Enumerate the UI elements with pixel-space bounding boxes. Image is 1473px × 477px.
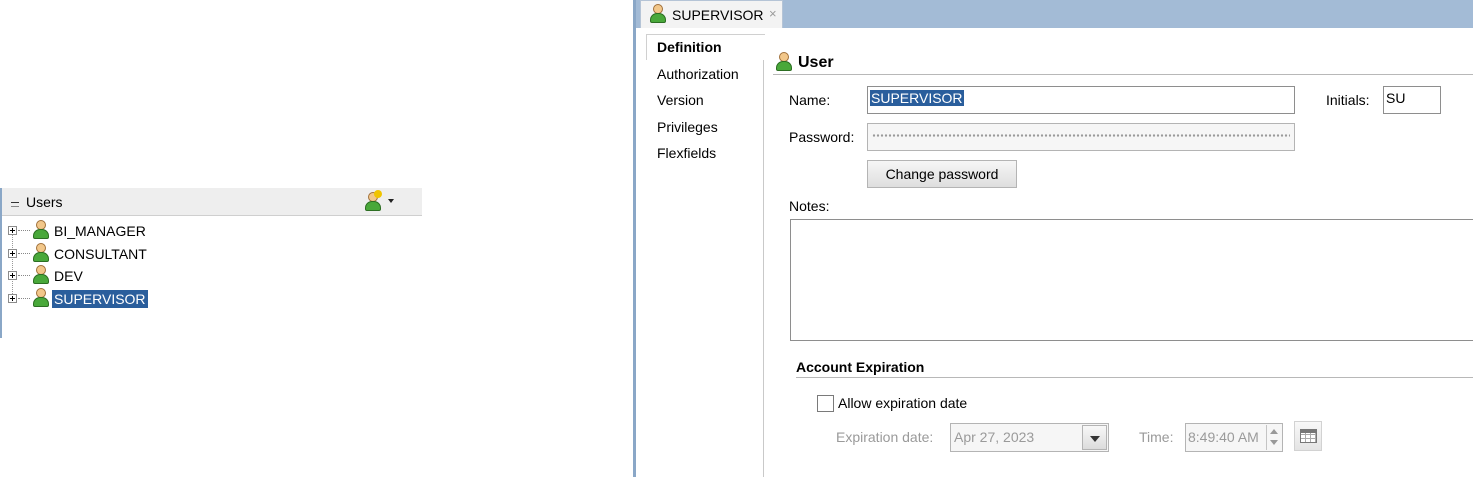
expiration-date-label: Expiration date:	[836, 429, 934, 445]
nav-authorization[interactable]: Authorization	[657, 66, 739, 82]
account-expiration-title: Account Expiration	[796, 359, 925, 375]
collapse-icon[interactable]	[10, 197, 20, 207]
user-icon	[32, 265, 50, 285]
calendar-button[interactable]	[1294, 421, 1322, 451]
name-field[interactable]: SUPERVISOR	[867, 86, 1295, 114]
change-password-button[interactable]: Change password	[867, 160, 1017, 188]
tree-item-label: SUPERVISOR	[52, 290, 148, 308]
nav-version[interactable]: Version	[657, 92, 704, 108]
user-icon	[775, 52, 793, 72]
tree-item-supervisor[interactable]: SUPERVISOR	[2, 288, 302, 310]
tab-label: SUPERVISOR	[672, 7, 764, 23]
tree-item-bi-manager[interactable]: BI_MANAGER	[2, 220, 302, 242]
nav-privileges[interactable]: Privileges	[657, 119, 718, 135]
allow-expiration-label: Allow expiration date	[838, 395, 968, 411]
editor-tab-bar: SUPERVISOR ×	[636, 0, 1473, 28]
spin-down-icon[interactable]	[1270, 440, 1278, 445]
time-value: 8:49:40 AM	[1188, 429, 1259, 445]
tree-item-label: BI_MANAGER	[54, 223, 146, 239]
user-icon	[32, 243, 50, 263]
section-title: User	[798, 54, 834, 71]
expand-icon[interactable]	[8, 249, 17, 258]
add-user-icon	[364, 190, 382, 212]
tree-item-label: DEV	[54, 268, 83, 284]
password-mask	[872, 134, 1290, 137]
tree-item-consultant[interactable]: CONSULTANT	[2, 243, 302, 265]
user-icon	[32, 220, 50, 240]
initials-label: Initials:	[1326, 92, 1370, 108]
password-label: Password:	[789, 129, 855, 145]
expand-icon[interactable]	[8, 271, 17, 280]
expand-icon[interactable]	[8, 294, 17, 303]
expand-icon[interactable]	[8, 226, 17, 235]
time-spinner[interactable]: 8:49:40 AM	[1185, 423, 1283, 452]
notes-textarea[interactable]	[790, 219, 1473, 341]
expiration-date-combo[interactable]: Apr 27, 2023	[950, 423, 1109, 452]
add-user-button[interactable]	[364, 190, 398, 213]
time-label: Time:	[1139, 429, 1174, 445]
user-editor: SUPERVISOR × Definition Authorization Ve…	[633, 0, 1473, 477]
account-expiration-header: Account Expiration	[796, 358, 1473, 378]
password-field[interactable]	[867, 123, 1295, 151]
calendar-icon	[1300, 429, 1317, 443]
editor-side-nav: Definition Authorization Version Privile…	[646, 34, 765, 477]
user-icon	[32, 288, 50, 308]
expiration-date-value: Apr 27, 2023	[954, 429, 1035, 445]
users-tree-panel: Users BI_MANAGER CONSULTANT DEV SUPERVIS…	[0, 188, 422, 338]
tree-item-dev[interactable]: DEV	[2, 265, 302, 287]
tab-supervisor[interactable]: SUPERVISOR ×	[640, 0, 783, 28]
date-dropdown-button[interactable]	[1082, 425, 1107, 450]
users-tree-header: Users	[2, 188, 422, 216]
tree-item-label: CONSULTANT	[54, 246, 147, 262]
name-label: Name:	[789, 92, 831, 108]
nav-flexfields[interactable]: Flexfields	[657, 145, 716, 161]
notes-label: Notes:	[789, 198, 830, 214]
initials-field[interactable]: SU	[1383, 86, 1441, 114]
allow-expiration-checkbox[interactable]	[817, 395, 834, 412]
nav-definition[interactable]: Definition	[657, 39, 722, 55]
name-value: SUPERVISOR	[870, 90, 964, 106]
user-section-header: User	[773, 52, 1473, 75]
time-spin-buttons[interactable]	[1266, 425, 1281, 450]
chevron-down-icon	[388, 199, 394, 203]
close-icon[interactable]: ×	[769, 6, 777, 21]
user-icon	[649, 4, 667, 24]
spin-up-icon[interactable]	[1270, 429, 1278, 434]
users-tree-title: Users	[26, 194, 63, 210]
